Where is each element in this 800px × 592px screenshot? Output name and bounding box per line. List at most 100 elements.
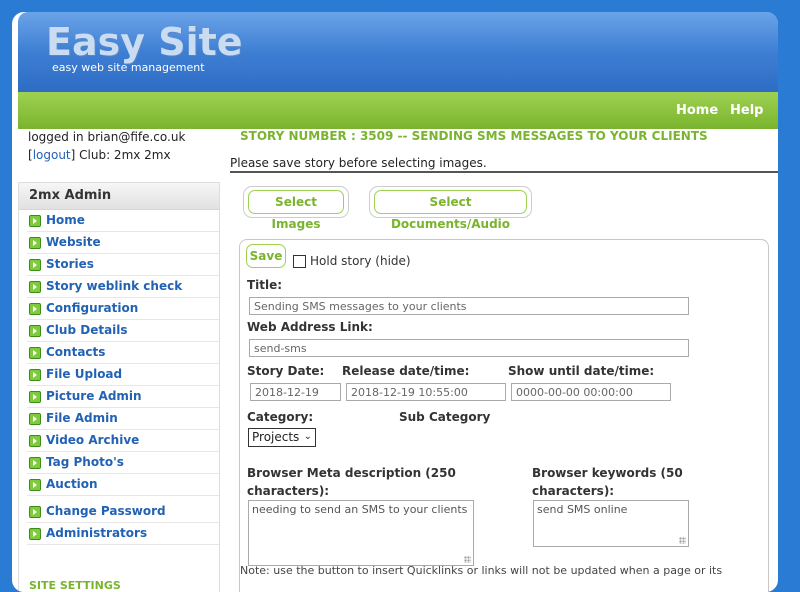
subcategory-label: Sub Category: [399, 410, 491, 424]
club-text: Club: 2mx 2mx: [79, 148, 171, 162]
site-settings-heading: SITE SETTINGS: [29, 579, 121, 592]
web-address-input[interactable]: send-sms: [249, 339, 689, 357]
sidebar-item-label: File Upload: [46, 367, 123, 381]
meta-description-label: Browser Meta description (250 characters…: [247, 464, 456, 500]
story-date-label: Story Date:: [247, 364, 325, 378]
release-date-input[interactable]: 2018-12-19 10:55:00: [346, 383, 506, 401]
keywords-label-line2: characters):: [532, 484, 615, 498]
sidebar-item-home[interactable]: Home: [27, 210, 219, 232]
site-tagline: easy web site management: [52, 61, 205, 74]
arrow-right-icon: [29, 237, 41, 249]
arrow-right-icon: [29, 325, 41, 337]
meta-description-value: needing to send an SMS to your clients: [252, 503, 468, 516]
sidebar-item-file-admin[interactable]: File Admin: [27, 408, 219, 430]
arrow-right-icon: [29, 215, 41, 227]
sidebar-item-label: Website: [46, 235, 101, 249]
hold-story-checkbox[interactable]: [293, 255, 306, 268]
show-until-input[interactable]: 0000-00-00 00:00:00: [511, 383, 671, 401]
arrow-right-icon: [29, 347, 41, 359]
category-label: Category:: [247, 410, 314, 424]
sidebar-item-label: Configuration: [46, 301, 139, 315]
sidebar-item-label: Auction: [46, 477, 98, 491]
sidebar-item-label: Change Password: [46, 504, 166, 518]
sidebar-item-administrators[interactable]: Administrators: [27, 523, 219, 545]
arrow-right-icon: [29, 369, 41, 381]
sidebar-item-label: File Admin: [46, 411, 118, 425]
user-line-2: [logout] Club: 2mx 2mx: [28, 148, 171, 162]
sidebar-item-stories[interactable]: Stories: [27, 254, 219, 276]
sidebar-item-label: Administrators: [46, 526, 148, 540]
meta-description-label-line2: characters):: [247, 484, 330, 498]
arrow-right-icon: [29, 303, 41, 315]
sidebar-item-auction[interactable]: Auction: [27, 474, 219, 496]
arrow-right-icon: [29, 259, 41, 271]
arrow-right-icon: [29, 506, 41, 518]
keywords-textarea[interactable]: send SMS online: [533, 500, 689, 547]
arrow-right-icon: [29, 479, 41, 491]
release-date-label: Release date/time:: [342, 364, 470, 378]
sidebar-item-label: Home: [46, 213, 85, 227]
category-selected-value: Projects: [252, 430, 300, 444]
sidebar: 2mx Admin Home Website Stories Story weblin…: [18, 182, 220, 592]
story-date-input[interactable]: 2018-12-19: [250, 383, 341, 401]
header-banner: Easy Site easy web site management: [18, 12, 778, 104]
arrow-right-icon: [29, 435, 41, 447]
select-images-button[interactable]: Select Images: [248, 190, 344, 231]
sidebar-item-video-archive[interactable]: Video Archive: [27, 430, 219, 452]
category-select[interactable]: Projects ⌄: [248, 428, 316, 447]
resize-grip-icon[interactable]: [464, 556, 471, 563]
nav-home-link[interactable]: Home: [676, 103, 718, 118]
sidebar-menu-account: Change Password Administrators: [19, 501, 219, 545]
show-until-label: Show until date/time:: [508, 364, 655, 378]
sidebar-item-change-password[interactable]: Change Password: [27, 501, 219, 523]
arrow-right-icon: [29, 281, 41, 293]
sidebar-item-website[interactable]: Website: [27, 232, 219, 254]
select-images-frame: Select Images: [243, 186, 349, 231]
sidebar-item-file-upload[interactable]: File Upload: [27, 364, 219, 386]
sidebar-item-tag-photo-s[interactable]: Tag Photo's: [27, 452, 219, 474]
web-address-label: Web Address Link:: [247, 320, 373, 334]
footer-note: Note: use the button to insert Quicklink…: [240, 564, 723, 577]
site-logo: Easy Site: [46, 20, 243, 64]
sidebar-item-label: Stories: [46, 257, 94, 271]
story-title: STORY NUMBER : 3509 -- SENDING SMS MESSA…: [240, 129, 708, 143]
user-info: logged in brian@fife.co.uk [logout] Club…: [28, 128, 185, 164]
save-note: Please save story before selecting image…: [230, 156, 487, 170]
arrow-right-icon: [29, 391, 41, 403]
keywords-value: send SMS online: [537, 503, 628, 516]
top-nav: Home Help: [18, 92, 778, 129]
hold-story-label: Hold story (hide): [310, 254, 411, 268]
sidebar-item-label: Story weblink check: [46, 279, 183, 293]
arrow-right-icon: [29, 528, 41, 540]
sidebar-item-picture-admin[interactable]: Picture Admin: [27, 386, 219, 408]
arrow-right-icon: [29, 457, 41, 469]
resize-grip-icon[interactable]: [679, 537, 686, 544]
sidebar-item-label: Club Details: [46, 323, 128, 337]
keywords-label: Browser keywords (50 characters):: [532, 464, 683, 500]
sidebar-item-club-details[interactable]: Club Details: [27, 320, 219, 342]
meta-description-textarea[interactable]: needing to send an SMS to your clients: [248, 500, 474, 566]
nav-help-link[interactable]: Help: [730, 103, 763, 118]
logout-link[interactable]: logout: [33, 148, 71, 162]
sidebar-item-label: Picture Admin: [46, 389, 142, 403]
meta-description-label-line1: Browser Meta description (250: [247, 466, 456, 480]
arrow-right-icon: [29, 413, 41, 425]
sidebar-heading: 2mx Admin: [19, 183, 219, 210]
sidebar-item-story-weblink-check[interactable]: Story weblink check: [27, 276, 219, 298]
page-frame: Easy Site easy web site management Home …: [12, 12, 778, 592]
sidebar-item-label: Tag Photo's: [46, 455, 124, 469]
select-docs-frame: Select Documents/Audio: [369, 186, 532, 231]
logged-in-text: logged in brian@fife.co.uk: [28, 130, 186, 144]
sidebar-item-contacts[interactable]: Contacts: [27, 342, 219, 364]
sidebar-item-label: Video Archive: [46, 433, 140, 447]
chevron-down-icon: ⌄: [303, 431, 312, 442]
keywords-label-line1: Browser keywords (50: [532, 466, 683, 480]
divider: [230, 171, 778, 173]
title-input[interactable]: Sending SMS messages to your clients: [249, 297, 689, 315]
save-button[interactable]: Save: [246, 244, 286, 268]
sidebar-menu: Home Website Stories Story weblink check Con…: [19, 210, 219, 496]
sidebar-item-configuration[interactable]: Configuration: [27, 298, 219, 320]
story-form: Save Hold story (hide) Title: Sending SM…: [239, 239, 769, 592]
sidebar-item-label: Contacts: [46, 345, 106, 359]
select-docs-button[interactable]: Select Documents/Audio: [374, 190, 527, 231]
